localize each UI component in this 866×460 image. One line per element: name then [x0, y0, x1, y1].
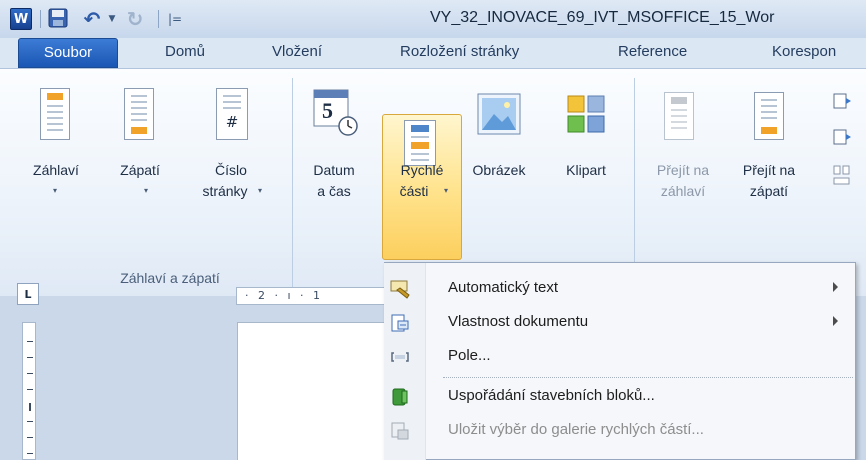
quick-access-separator — [40, 10, 41, 28]
horizontal-ruler[interactable]: · 2 · ı · 1 — [236, 287, 386, 305]
link-to-previous-icon[interactable] — [832, 164, 852, 188]
group-separator — [292, 78, 293, 296]
submenu-arrow-icon — [833, 316, 838, 326]
menu-item-label: Uspořádání stavebních bloků... — [448, 387, 655, 404]
menu-item-field[interactable]: Pole... — [385, 340, 855, 374]
menu-item-label: Uložit výběr do galerie rychlých částí..… — [448, 421, 704, 438]
tab-insert[interactable]: Vložení — [272, 38, 322, 68]
quick-parts-label-line1[interactable]: Rychlé — [384, 160, 460, 180]
footer-dropdown-icon[interactable]: ▾ — [144, 186, 148, 195]
goto-header-label-line2[interactable]: záhlaví — [648, 181, 718, 201]
floppy-disk-icon — [48, 8, 68, 28]
tab-stop-selector[interactable]: L — [17, 283, 39, 305]
goto-header-label-line1[interactable]: Přejít na — [648, 160, 718, 180]
picture-icon[interactable] — [476, 92, 522, 136]
footer-icon[interactable] — [124, 88, 154, 140]
picture-button-label[interactable]: Obrázek — [466, 160, 532, 180]
window-title: VY_32_INOVACE_69_IVT_MSOFFICE_15_Wor — [430, 9, 775, 26]
footer-button-label[interactable]: Zápatí — [114, 160, 166, 180]
clipart-button-label[interactable]: Klipart — [554, 160, 618, 180]
date-time-label-line2[interactable]: a čas — [306, 181, 362, 201]
tab-references[interactable]: Reference — [618, 38, 687, 68]
undo-icon[interactable]: ↶ — [80, 7, 104, 31]
menu-item-label: Automatický text — [448, 279, 559, 296]
menu-item-auto-text[interactable]: Automatický text — [385, 272, 855, 306]
quick-parts-dropdown-icon[interactable]: ▾ — [444, 186, 448, 195]
goto-footer-label-line1[interactable]: Přejít na — [734, 160, 804, 180]
header-button-label[interactable]: Záhlaví — [30, 160, 82, 180]
goto-header-icon[interactable] — [664, 92, 694, 140]
header-icon[interactable] — [40, 88, 70, 140]
field-brackets-icon — [389, 346, 411, 368]
submenu-arrow-icon — [833, 282, 838, 292]
customize-quick-access-icon[interactable]: |= — [168, 8, 182, 30]
header-dropdown-icon[interactable]: ▾ — [53, 186, 57, 195]
group-label-header-footer: Záhlaví a zápatí — [120, 270, 220, 286]
hash-glyph: # — [225, 113, 239, 131]
date-time-label-line1[interactable]: Datum — [306, 160, 362, 180]
landscape-picture-icon — [477, 93, 521, 135]
save-icon[interactable] — [48, 8, 68, 28]
clipart-icon[interactable] — [564, 92, 608, 136]
page-number-dropdown-icon[interactable]: ▾ — [258, 186, 262, 195]
goto-footer-label-line2[interactable]: zápatí — [734, 181, 804, 201]
calendar-digit: 5 — [322, 98, 333, 123]
document-page[interactable] — [237, 322, 387, 460]
previous-page-icon — [833, 93, 851, 109]
menu-item-save-to-gallery[interactable]: Uložit výběr do galerie rychlých částí..… — [385, 414, 855, 448]
next-section-icon[interactable] — [832, 128, 852, 146]
document-property-icon — [389, 312, 411, 334]
undo-dropdown-icon[interactable]: ▼ — [106, 8, 118, 30]
page-number-icon[interactable]: # — [216, 88, 248, 140]
clipart-tiles-icon — [567, 95, 605, 133]
previous-section-icon[interactable] — [832, 92, 852, 110]
page-number-label-line2[interactable]: stránky — [192, 181, 258, 201]
goto-footer-icon[interactable] — [754, 92, 784, 140]
next-page-icon — [833, 129, 851, 145]
tab-home[interactable]: Domů — [165, 38, 205, 68]
date-time-icon[interactable]: 5 — [310, 86, 360, 146]
tab-page-layout[interactable]: Rozložení stránky — [400, 38, 519, 68]
save-selection-icon — [389, 420, 411, 442]
auto-text-icon — [389, 278, 411, 300]
tab-mailings[interactable]: Korespon — [772, 38, 836, 68]
redo-icon[interactable]: ↻ — [124, 7, 146, 31]
quick-parts-label-line2[interactable]: části — [384, 181, 444, 201]
quick-access-separator — [158, 10, 159, 28]
vertical-ruler[interactable] — [22, 322, 36, 460]
menu-item-document-property[interactable]: Vlastnost dokumentu — [385, 306, 855, 340]
tab-file[interactable]: Soubor — [18, 38, 118, 68]
menu-item-building-blocks-organizer[interactable]: Uspořádání stavebních bloků... — [385, 380, 855, 414]
calendar-clock-icon — [313, 89, 358, 136]
menu-item-label: Pole... — [448, 347, 491, 364]
page-number-label-line1[interactable]: Číslo — [196, 160, 266, 180]
word-app-icon[interactable]: W — [10, 8, 32, 30]
menu-separator — [443, 377, 853, 378]
link-pages-icon — [833, 165, 850, 185]
building-blocks-icon — [389, 386, 411, 408]
menu-item-label: Vlastnost dokumentu — [448, 313, 589, 330]
